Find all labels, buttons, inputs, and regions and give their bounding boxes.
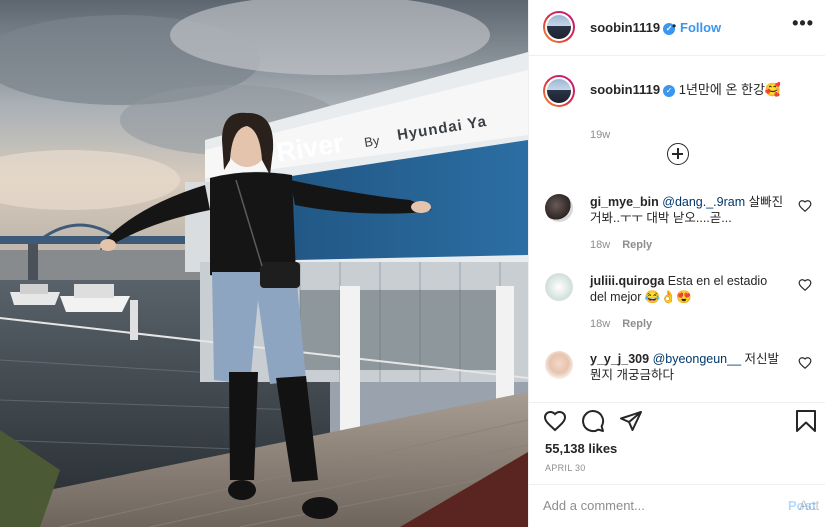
post-header: soobin1119 ✓ • Follow •••: [529, 0, 825, 56]
caption-body: soobin1119 ✓ 1년만에 온 한강🥰: [590, 81, 810, 99]
add-comment-bar: Post Act: [529, 484, 825, 527]
comment-username[interactable]: juliii.quiroga: [590, 274, 664, 288]
comment-item: y_y_j_309 @byeongeun__ 저신발 뭔지 개궁금하다: [543, 351, 818, 402]
caption-time[interactable]: 19w: [590, 129, 610, 141]
comment-meta: 18w Reply: [590, 318, 652, 330]
save-bookmark-icon[interactable]: [795, 409, 817, 433]
reply-button[interactable]: Reply: [622, 239, 652, 251]
comment-meta: 18w Reply: [590, 239, 652, 251]
post-actions: 55,138 likes APRIL 30 Post Act: [529, 402, 825, 527]
comment-heart-icon[interactable]: [798, 356, 812, 370]
comment-username[interactable]: y_y_j_309: [590, 352, 649, 366]
follow-button[interactable]: Follow: [680, 20, 721, 35]
comment-item: gi_mye_bin @dang._.9ram 살빠진거봐..ㅜㅜ 대박 낟오.…: [543, 194, 818, 264]
commenter-avatar[interactable]: [545, 273, 573, 301]
heart-icon[interactable]: [543, 409, 567, 433]
author-username[interactable]: soobin1119 ✓: [590, 20, 676, 35]
post-side-panel: soobin1119 ✓ • Follow ••• soobin1119 ✓ 1년만…: [528, 0, 825, 527]
photo-scene: River By Hyundai Ya: [0, 0, 528, 527]
caption-avatar[interactable]: [543, 75, 575, 107]
comment-heart-icon[interactable]: [798, 199, 812, 213]
comment-text: y_y_j_309 @byeongeun__ 저신발 뭔지 개궁금하다: [590, 351, 785, 383]
action-icons: [543, 409, 816, 435]
comment-time[interactable]: 18w: [590, 239, 610, 251]
comment-text: juliii.quiroga Esta en el estadio del me…: [590, 273, 785, 305]
comment-mention[interactable]: @dang._.9ram: [662, 195, 745, 209]
comment-input[interactable]: [543, 494, 773, 516]
comment-time[interactable]: 18w: [590, 318, 610, 330]
caption-username[interactable]: soobin1119: [590, 82, 660, 97]
verified-badge-icon: ✓: [663, 84, 676, 97]
comment-item: juliii.quiroga Esta en el estadio del me…: [543, 273, 818, 343]
header-separator: •: [672, 19, 677, 33]
author-avatar[interactable]: [543, 11, 575, 43]
post-photo[interactable]: River By Hyundai Ya: [0, 0, 528, 527]
more-options-icon[interactable]: •••: [792, 14, 814, 32]
comments-list[interactable]: soobin1119 ✓ 1년만에 온 한강🥰 19w gi_mye_bin @d…: [529, 57, 825, 402]
commenter-avatar[interactable]: [545, 351, 573, 379]
reply-button[interactable]: Reply: [622, 318, 652, 330]
comment-mention[interactable]: @byeongeun__: [653, 352, 741, 366]
load-more-comments-icon[interactable]: [667, 143, 689, 165]
comment-heart-icon[interactable]: [798, 278, 812, 292]
sign-by-text: By: [363, 133, 381, 150]
caption-text: 1년만에 온 한강🥰: [678, 82, 782, 97]
share-icon[interactable]: [619, 409, 643, 433]
commenter-avatar[interactable]: [545, 194, 573, 222]
post-comment-button[interactable]: Post: [788, 498, 816, 513]
post-date[interactable]: APRIL 30: [545, 463, 586, 473]
comment-username[interactable]: gi_mye_bin: [590, 195, 659, 209]
comment-text: gi_mye_bin @dang._.9ram 살빠진거봐..ㅜㅜ 대박 낟오.…: [590, 194, 785, 226]
comment-icon[interactable]: [581, 409, 605, 433]
likes-count[interactable]: 55,138 likes: [545, 441, 617, 456]
